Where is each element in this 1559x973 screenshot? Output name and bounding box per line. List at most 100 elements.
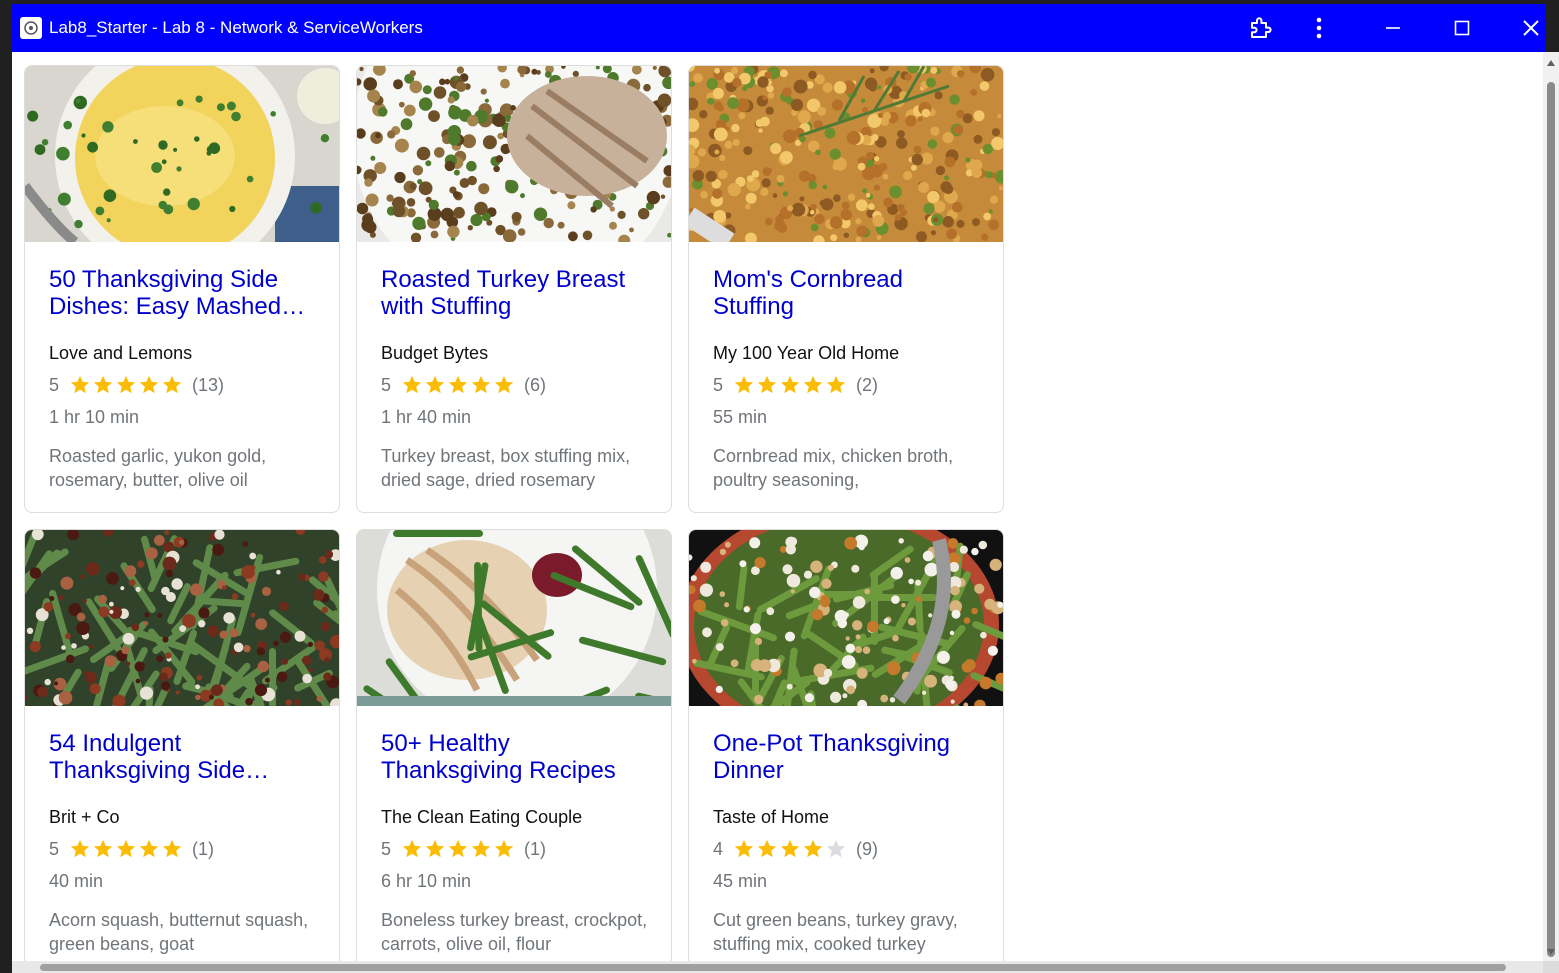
star-empty-icon (826, 839, 846, 858)
star-filled-icon (425, 375, 445, 394)
recipe-rating: 5 (2) (713, 373, 878, 397)
review-count: (9) (856, 838, 879, 859)
recipe-title-link[interactable]: 50 Thanksgiving Side Dishes: Easy Mashed… (49, 266, 315, 320)
recipe-thumbnail[interactable] (357, 530, 671, 706)
title-bar: Lab8_Starter - Lab 8 - Network & Service… (12, 4, 1545, 52)
recipe-thumbnail[interactable] (689, 66, 1003, 242)
rating-stars (69, 374, 184, 396)
rating-stars (401, 838, 516, 860)
rating-stars (401, 374, 516, 396)
recipe-thumbnail[interactable] (25, 66, 339, 242)
star-filled-icon (162, 839, 182, 858)
review-count: (13) (192, 374, 225, 395)
scroll-down-icon[interactable] (1547, 949, 1555, 955)
recipe-card[interactable]: 54 Indulgent Thanksgiving Side… Brit + C… (24, 529, 340, 961)
recipe-ingredients: Cut green beans, turkey gravy, stuffing … (713, 910, 958, 954)
horizontal-scrollbar[interactable] (12, 961, 1543, 973)
recipe-title-link[interactable]: 50+ Healthy Thanksgiving Recipes (381, 730, 647, 784)
recipe-organization: Budget Bytes (381, 343, 489, 363)
star-filled-icon (448, 839, 468, 858)
star-filled-icon (116, 839, 136, 858)
recipe-card[interactable]: 50+ Healthy Thanksgiving Recipes The Cle… (356, 529, 672, 961)
star-filled-icon (448, 375, 468, 394)
recipe-rating: 5 (1) (381, 837, 546, 861)
rating-value: 4 (713, 838, 724, 859)
page-content: 50 Thanksgiving Side Dishes: Easy Mashed… (12, 52, 1543, 961)
star-filled-icon (826, 375, 846, 394)
recipe-title-link[interactable]: One-Pot Thanksgiving Dinner (713, 730, 979, 784)
star-filled-icon (70, 375, 90, 394)
app-icon[interactable] (20, 17, 42, 39)
minimize-button[interactable] (1368, 4, 1418, 52)
star-filled-icon (70, 839, 90, 858)
recipe-organization: My 100 Year Old Home (713, 343, 900, 363)
rating-value: 5 (381, 838, 392, 859)
recipe-organization: Brit + Co (49, 807, 120, 827)
recipe-time: 55 min (713, 407, 768, 427)
rating-value: 5 (49, 374, 60, 395)
vertical-scroll-thumb[interactable] (1547, 82, 1555, 957)
extensions-icon (1251, 17, 1272, 38)
horizontal-scroll-thumb[interactable] (40, 964, 1506, 971)
star-filled-icon (471, 375, 491, 394)
star-filled-icon (471, 839, 491, 858)
star-filled-icon (162, 375, 182, 394)
star-filled-icon (757, 375, 777, 394)
scroll-up-icon[interactable] (1547, 60, 1555, 66)
recipe-thumbnail[interactable] (689, 530, 1003, 706)
review-count: (1) (192, 838, 215, 859)
extensions-button[interactable] (1235, 4, 1285, 52)
star-filled-icon (734, 839, 754, 858)
rating-value: 5 (49, 838, 60, 859)
star-filled-icon (93, 375, 113, 394)
recipe-ingredients: Roasted garlic, yukon gold, rosemary, bu… (49, 446, 267, 490)
recipe-thumbnail[interactable] (25, 530, 339, 706)
star-filled-icon (425, 839, 445, 858)
star-filled-icon (803, 839, 823, 858)
recipe-time: 6 hr 10 min (381, 871, 472, 891)
rating-stars (733, 838, 848, 860)
vertical-scrollbar[interactable] (1543, 52, 1559, 961)
recipe-title-link[interactable]: 54 Indulgent Thanksgiving Side… (49, 730, 315, 784)
recipe-time: 45 min (713, 871, 768, 891)
recipe-card[interactable]: Mom's Cornbread Stuffing My 100 Year Old… (688, 65, 1004, 513)
recipe-organization: The Clean Eating Couple (381, 807, 583, 827)
more-button[interactable] (1294, 4, 1344, 52)
close-button[interactable] (1506, 4, 1556, 52)
browser-window: Lab8_Starter - Lab 8 - Network & Service… (0, 0, 1559, 973)
star-filled-icon (734, 375, 754, 394)
star-filled-icon (494, 375, 514, 394)
maximize-button[interactable] (1437, 4, 1487, 52)
star-filled-icon (402, 375, 422, 394)
rating-stars (69, 838, 184, 860)
star-filled-icon (139, 375, 159, 394)
recipe-rating: 5 (6) (381, 373, 546, 397)
minimize-icon (1386, 27, 1400, 29)
star-filled-icon (757, 839, 777, 858)
star-filled-icon (116, 375, 136, 394)
recipe-organization: Love and Lemons (49, 343, 193, 363)
star-filled-icon (780, 375, 800, 394)
star-filled-icon (402, 839, 422, 858)
recipe-organization: Taste of Home (713, 807, 830, 827)
recipe-time: 40 min (49, 871, 104, 891)
recipe-ingredients: Turkey breast, box stuffing mix, dried s… (381, 446, 631, 490)
review-count: (1) (524, 838, 547, 859)
recipe-ingredients: Cornbread mix, chicken broth, poultry se… (713, 446, 954, 490)
recipe-card[interactable]: One-Pot Thanksgiving Dinner Taste of Hom… (688, 529, 1004, 961)
recipe-title-link[interactable]: Roasted Turkey Breast with Stuffing (381, 266, 647, 320)
recipe-time: 1 hr 40 min (381, 407, 472, 427)
recipe-rating: 5 (1) (49, 837, 214, 861)
recipe-thumbnail[interactable] (357, 66, 671, 242)
rating-value: 5 (381, 374, 392, 395)
recipe-card[interactable]: Roasted Turkey Breast with Stuffing Budg… (356, 65, 672, 513)
recipe-title-link[interactable]: Mom's Cornbread Stuffing (713, 266, 979, 320)
review-count: (2) (856, 374, 879, 395)
review-count: (6) (524, 374, 547, 395)
recipe-rating: 5 (13) (49, 373, 224, 397)
recipe-ingredients: Boneless turkey breast, crockpot, carrot… (381, 910, 648, 954)
star-filled-icon (803, 375, 823, 394)
more-vert-icon (1316, 17, 1322, 39)
recipe-card[interactable]: 50 Thanksgiving Side Dishes: Easy Mashed… (24, 65, 340, 513)
recipe-ingredients: Acorn squash, butternut squash, green be… (49, 910, 309, 954)
